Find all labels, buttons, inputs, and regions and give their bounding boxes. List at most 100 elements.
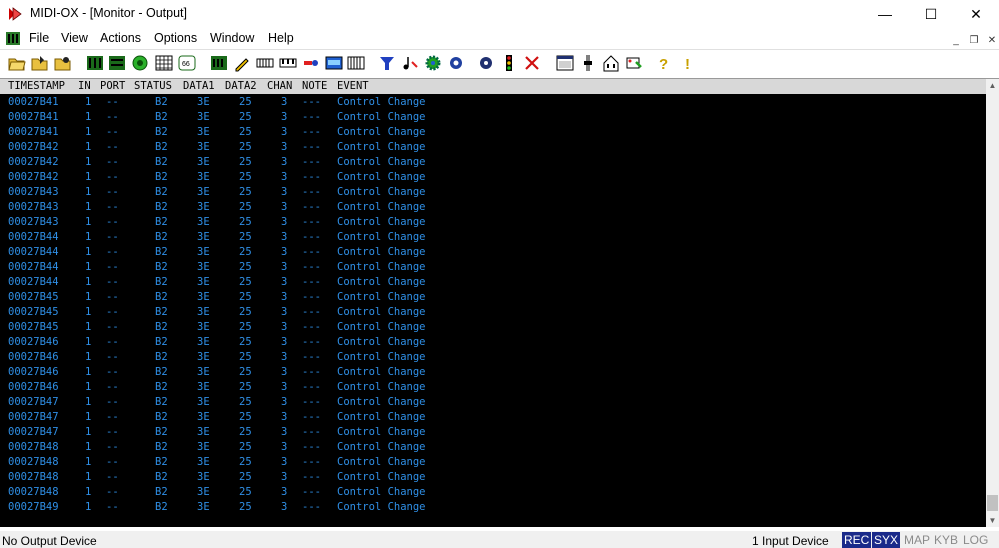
lcd-icon[interactable] bbox=[325, 54, 343, 72]
cell-chan: 3 bbox=[281, 111, 288, 123]
close-button[interactable]: ✕ bbox=[953, 0, 999, 28]
map-indicator: MAP bbox=[904, 533, 931, 547]
menu-window[interactable]: Window bbox=[210, 31, 254, 45]
cell-data2: 25 bbox=[239, 336, 252, 348]
svg-text:66: 66 bbox=[182, 61, 190, 68]
patch-map-icon[interactable] bbox=[131, 54, 149, 72]
piano2-icon[interactable] bbox=[279, 54, 297, 72]
mdi-restore-button[interactable]: ❐ bbox=[966, 33, 982, 47]
mdi-close-button[interactable]: ✕ bbox=[984, 33, 999, 47]
header-status: STATUS bbox=[134, 80, 172, 92]
cell-data1: 3E bbox=[197, 501, 210, 513]
house-icon[interactable] bbox=[602, 54, 620, 72]
cell-data1: 3E bbox=[197, 471, 210, 483]
menu-options[interactable]: Options bbox=[154, 31, 197, 45]
cell-timestamp: 00027B41 bbox=[8, 126, 59, 138]
input-device-status: 1 Input Device bbox=[752, 534, 829, 548]
open-icon[interactable] bbox=[8, 54, 26, 72]
cell-note: --- bbox=[302, 336, 321, 348]
cell-note: --- bbox=[302, 456, 321, 468]
cell-event: Control Change bbox=[337, 426, 426, 438]
cell-timestamp: 00027B49 bbox=[8, 501, 59, 513]
header-chan: CHAN bbox=[267, 80, 293, 92]
nrpn-icon[interactable]: 66 bbox=[178, 54, 196, 72]
exclamation-icon[interactable]: ! bbox=[679, 54, 697, 72]
cell-chan: 3 bbox=[281, 141, 288, 153]
cell-event: Control Change bbox=[337, 366, 426, 378]
cell-note: --- bbox=[302, 306, 321, 318]
filter-icon[interactable] bbox=[378, 54, 396, 72]
scroll-thumb[interactable] bbox=[987, 495, 998, 511]
monitor-row: 00027B47 1 -- B2 3E 25 3 --- Control Change bbox=[0, 410, 986, 425]
vertical-scrollbar[interactable]: ▲ ▼ bbox=[986, 79, 999, 527]
cell-event: Control Change bbox=[337, 201, 426, 213]
monitor-row: 00027B42 1 -- B2 3E 25 3 --- Control Change bbox=[0, 170, 986, 185]
gear-icon[interactable] bbox=[424, 54, 442, 72]
keys-icon[interactable] bbox=[347, 54, 365, 72]
cell-status: B2 bbox=[155, 366, 168, 378]
menu-actions[interactable]: Actions bbox=[100, 31, 141, 45]
mdi-child-icon[interactable] bbox=[5, 31, 21, 46]
midi-plug-icon[interactable] bbox=[302, 54, 320, 72]
cell-status: B2 bbox=[155, 501, 168, 513]
cell-data1: 3E bbox=[197, 231, 210, 243]
status-icon[interactable] bbox=[210, 54, 228, 72]
menu-file[interactable]: File bbox=[29, 31, 49, 45]
column-header-row: TIMESTAMP IN PORT STATUS DATA1 DATA2 CHA… bbox=[0, 79, 986, 94]
scroll-down-arrow-icon[interactable]: ▼ bbox=[986, 514, 999, 527]
record-icon[interactable] bbox=[54, 54, 72, 72]
cell-port: -- bbox=[106, 246, 119, 258]
cell-note: --- bbox=[302, 396, 321, 408]
port-mapping-icon[interactable] bbox=[86, 54, 104, 72]
scroll-up-arrow-icon[interactable]: ▲ bbox=[986, 79, 999, 92]
cell-in: 1 bbox=[85, 351, 92, 363]
cell-timestamp: 00027B48 bbox=[8, 471, 59, 483]
help-cursor-icon[interactable] bbox=[477, 54, 495, 72]
cell-chan: 3 bbox=[281, 201, 288, 213]
cell-note: --- bbox=[302, 141, 321, 153]
cell-event: Control Change bbox=[337, 261, 426, 273]
cell-chan: 3 bbox=[281, 276, 288, 288]
piano-icon[interactable] bbox=[256, 54, 274, 72]
wizard-icon[interactable] bbox=[625, 54, 643, 72]
minimize-button[interactable]: — bbox=[862, 0, 908, 28]
cell-chan: 3 bbox=[281, 396, 288, 408]
kyb-indicator: KYB bbox=[934, 533, 959, 547]
cell-timestamp: 00027B47 bbox=[8, 426, 59, 438]
notes-icon[interactable] bbox=[401, 54, 419, 72]
pen-icon[interactable] bbox=[233, 54, 251, 72]
cell-data2: 25 bbox=[239, 321, 252, 333]
delete-icon[interactable] bbox=[523, 54, 541, 72]
question-icon[interactable]: ? bbox=[655, 54, 673, 72]
midi-ox-app-icon[interactable] bbox=[7, 6, 23, 22]
monitor-in-icon[interactable] bbox=[556, 54, 574, 72]
menu-help[interactable]: Help bbox=[268, 31, 294, 45]
save-icon[interactable] bbox=[31, 54, 49, 72]
cell-chan: 3 bbox=[281, 426, 288, 438]
cell-timestamp: 00027B48 bbox=[8, 486, 59, 498]
cell-event: Control Change bbox=[337, 246, 426, 258]
cell-in: 1 bbox=[85, 321, 92, 333]
cell-note: --- bbox=[302, 381, 321, 393]
grid-icon[interactable] bbox=[155, 54, 173, 72]
cell-event: Control Change bbox=[337, 216, 426, 228]
cell-in: 1 bbox=[85, 231, 92, 243]
joystick-icon[interactable] bbox=[447, 54, 465, 72]
fader-icon[interactable] bbox=[579, 54, 597, 72]
cell-timestamp: 00027B46 bbox=[8, 366, 59, 378]
menu-view[interactable]: View bbox=[61, 31, 88, 45]
cell-event: Control Change bbox=[337, 351, 426, 363]
cell-event: Control Change bbox=[337, 276, 426, 288]
cell-timestamp: 00027B41 bbox=[8, 96, 59, 108]
monitor-output-pane[interactable]: TIMESTAMP IN PORT STATUS DATA1 DATA2 CHA… bbox=[0, 78, 999, 527]
maximize-button[interactable]: ☐ bbox=[908, 0, 954, 28]
header-timestamp: TIMESTAMP bbox=[8, 80, 65, 92]
monitor-row: 00027B43 1 -- B2 3E 25 3 --- Control Change bbox=[0, 215, 986, 230]
traffic-light-icon[interactable] bbox=[500, 54, 518, 72]
cell-port: -- bbox=[106, 186, 119, 198]
cell-data2: 25 bbox=[239, 141, 252, 153]
monitor-row: 00027B47 1 -- B2 3E 25 3 --- Control Change bbox=[0, 425, 986, 440]
keyboard-icon[interactable] bbox=[108, 54, 126, 72]
cell-status: B2 bbox=[155, 291, 168, 303]
mdi-minimize-button[interactable]: _ bbox=[948, 33, 964, 47]
